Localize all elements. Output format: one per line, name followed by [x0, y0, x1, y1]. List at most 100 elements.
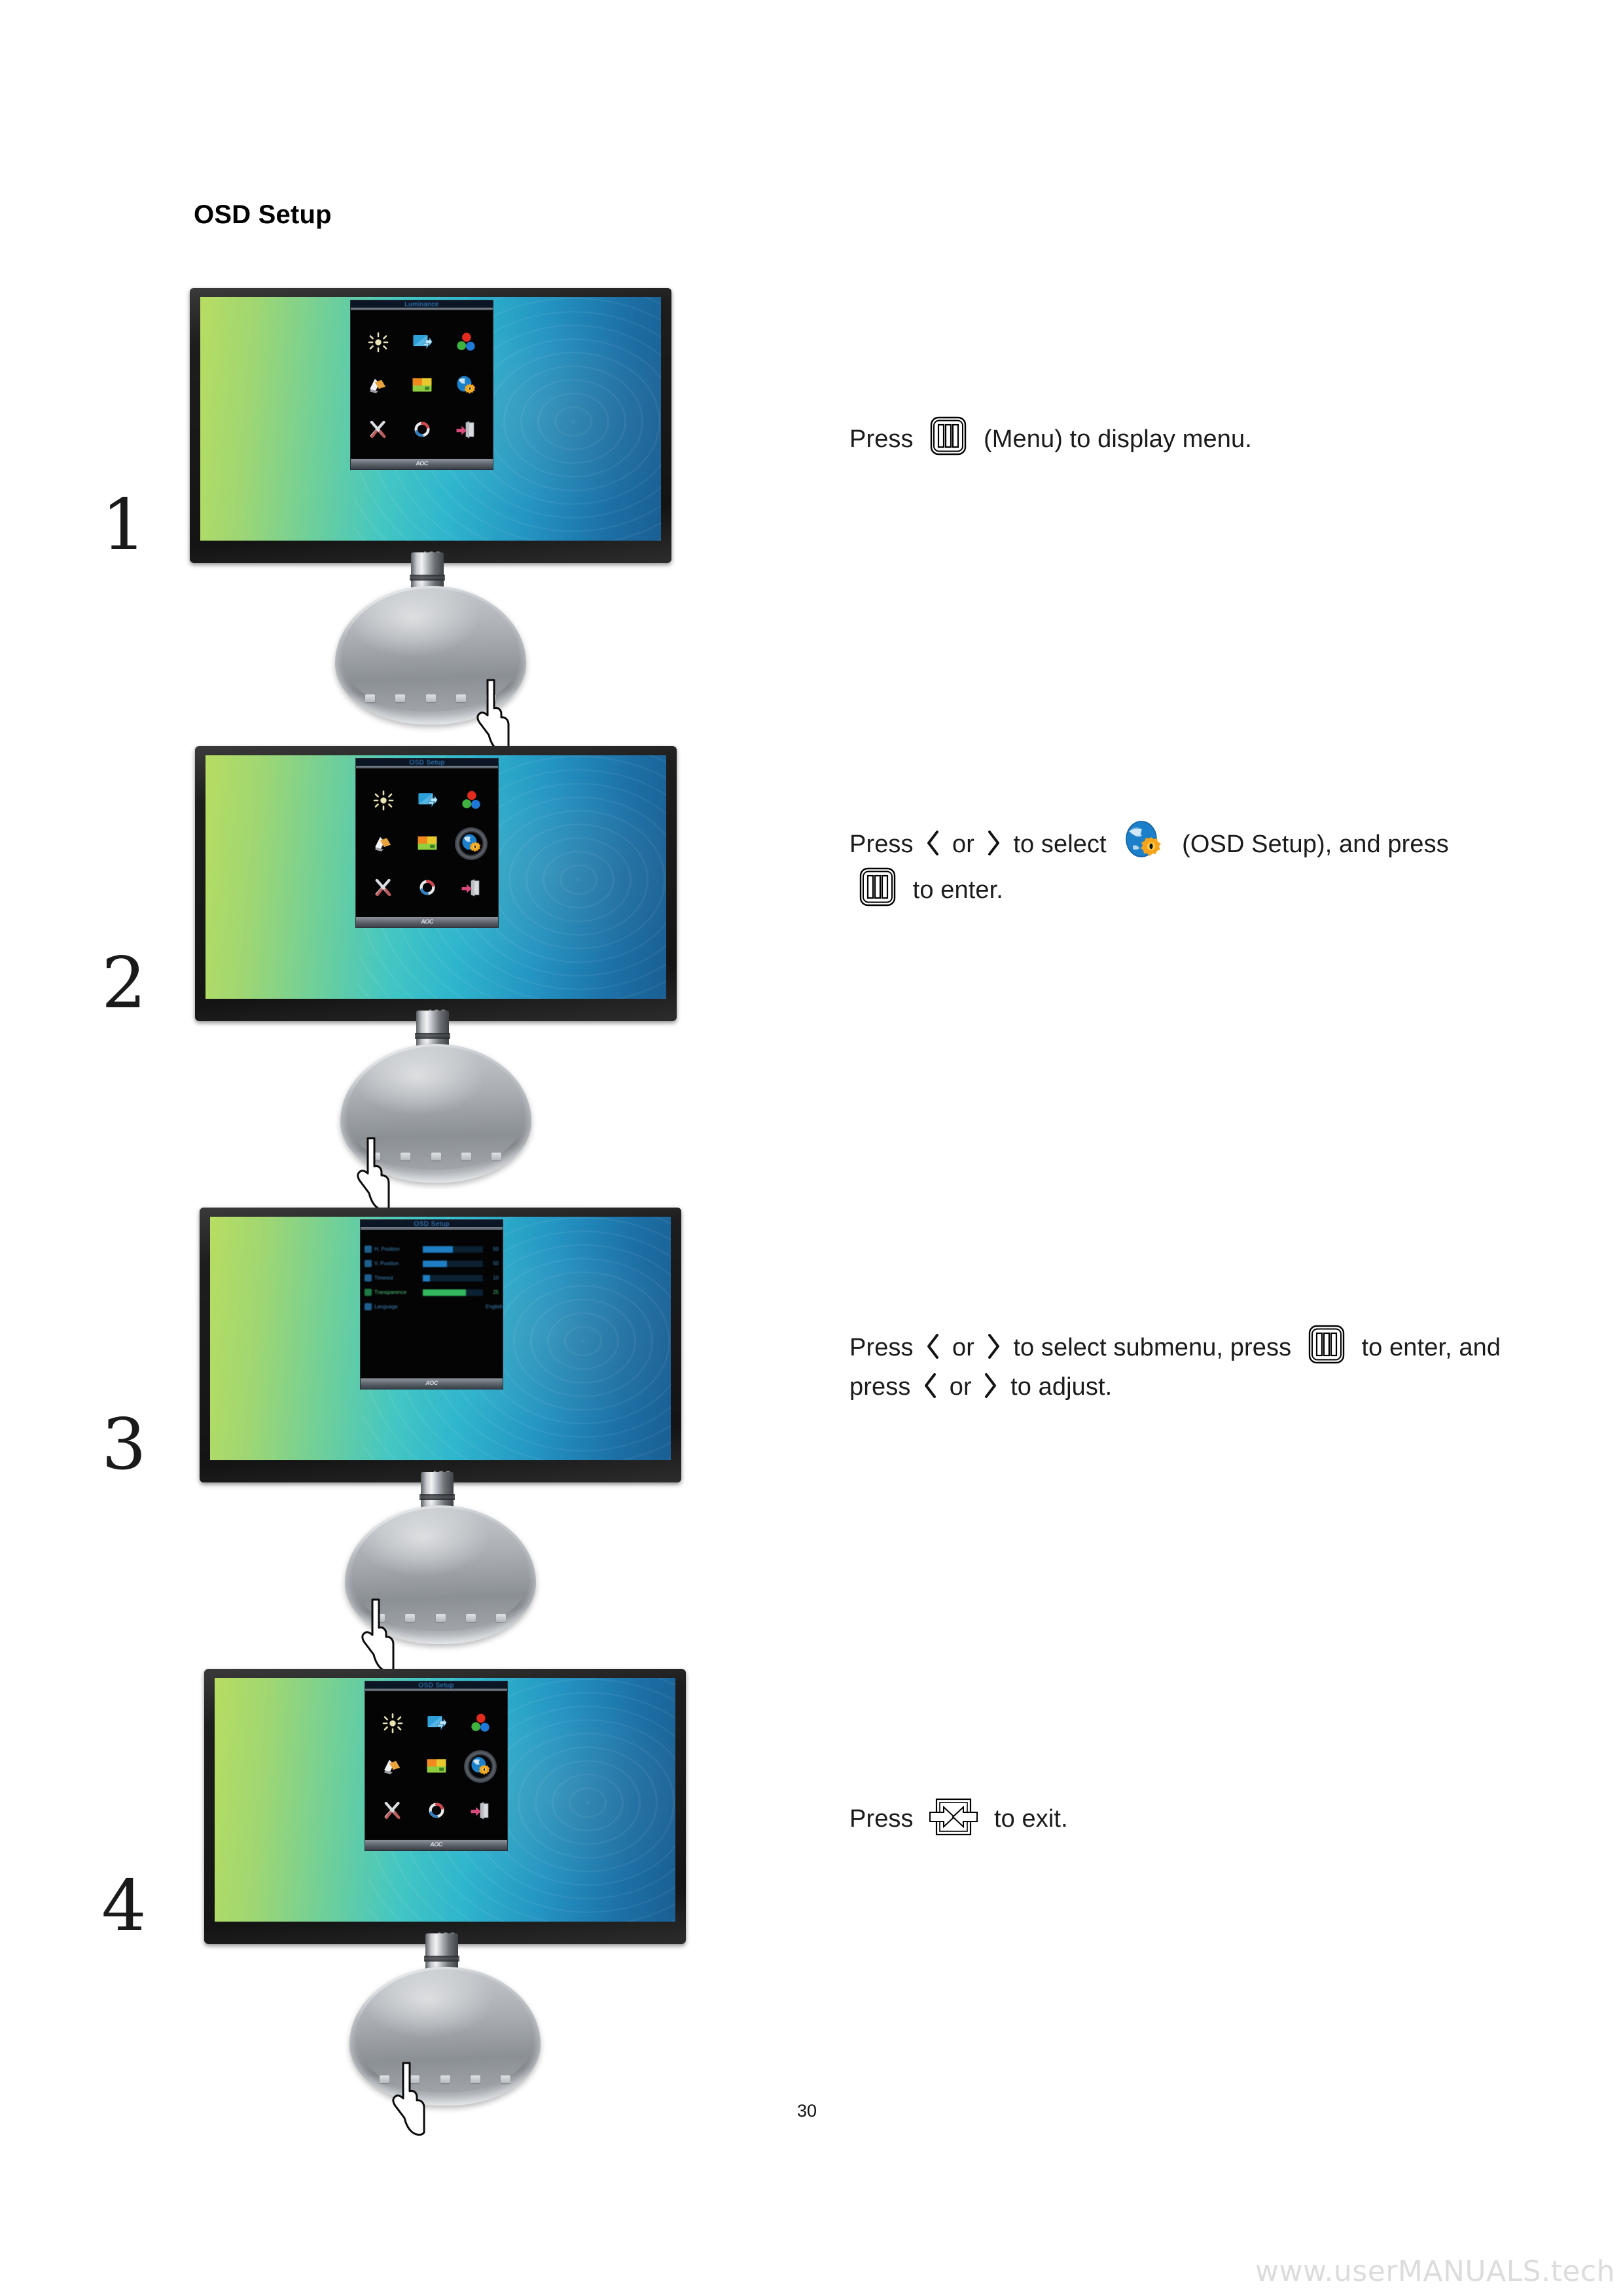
monitor-button-4[interactable] — [465, 1614, 476, 1622]
osd-item-color-setup[interactable] — [448, 324, 484, 361]
osd-item-extra[interactable] — [374, 1792, 411, 1829]
osd-item-exit[interactable] — [462, 1792, 499, 1829]
osd-titlebar: Luminance — [351, 300, 493, 310]
site-watermark: www.userMANUALS.tech — [1255, 2255, 1615, 2288]
monitor-base-inner — [356, 1969, 534, 2092]
osd-main-menu: OSD Setup AOC — [365, 1681, 508, 1851]
osd-item-osd-setup[interactable] — [462, 1748, 499, 1785]
osd-titlebar: OSD Setup — [365, 1681, 507, 1691]
submenu-row[interactable]: Language English — [365, 1302, 503, 1312]
row-value: 50 — [493, 1261, 499, 1266]
step-4-instruction: Press to exit. — [849, 1797, 1510, 1839]
osd-item-picture-boost[interactable] — [365, 825, 402, 862]
osd-item-pip[interactable] — [418, 1748, 455, 1785]
osd-body — [356, 768, 498, 917]
instruction-text-part: to exit. — [993, 1805, 1068, 1833]
osd-item-luminance[interactable] — [374, 1705, 411, 1742]
monitor-button-5[interactable] — [491, 1153, 501, 1160]
row-slider[interactable] — [423, 1289, 483, 1296]
step-number: 2 — [101, 942, 147, 1024]
osd-footer: AOC — [361, 1378, 503, 1389]
menu-key-icon — [929, 416, 967, 456]
step-2-instruction: Press or to select (OSD Setup), and pres… — [849, 818, 1510, 910]
monitor-bezel: OSD Setup AOC — [204, 1669, 686, 1944]
osd-item-extra[interactable] — [360, 411, 397, 448]
monitor-screen: OSD Setup AOC — [205, 755, 666, 999]
osd-item-image-setup[interactable] — [409, 782, 446, 819]
step-number: 4 — [101, 1865, 147, 1947]
chevron-left-icon — [921, 1371, 938, 1397]
instruction-text-part: to enter. — [912, 876, 1003, 904]
osd-item-pip[interactable] — [404, 367, 440, 404]
monitor-button-2[interactable] — [405, 1614, 416, 1622]
row-label: Language — [374, 1304, 398, 1310]
monitor-button-4[interactable] — [461, 1153, 471, 1160]
osd-setup-globe-gear-icon — [1120, 818, 1168, 867]
row-slider[interactable] — [423, 1260, 483, 1267]
submenu-row[interactable]: V. Position 50 — [365, 1259, 499, 1268]
submenu-row[interactable]: Transparence 25 — [365, 1287, 499, 1297]
osd-item-color-setup[interactable] — [462, 1705, 499, 1742]
osd-body — [365, 1691, 507, 1840]
row-slider[interactable] — [423, 1304, 483, 1310]
monitor-button-3[interactable] — [425, 694, 436, 702]
monitor-button-4[interactable] — [470, 2075, 480, 2083]
instruction-text-part: Press — [849, 1334, 914, 1361]
monitor-illustration-2: OSD Setup AOC — [195, 746, 679, 1191]
instruction-text-part: Press — [849, 1805, 914, 1833]
monitor-button-3[interactable] — [431, 1153, 441, 1160]
row-label: V. Position — [374, 1261, 399, 1266]
osd-item-pip[interactable] — [409, 825, 446, 862]
pointing-hand-cursor — [355, 1598, 400, 1676]
monitor-bezel: OSD Setup AOC — [195, 746, 677, 1021]
osd-item-exit[interactable] — [448, 411, 484, 448]
submenu-row[interactable]: H. Position 50 — [365, 1244, 499, 1254]
row-label: Timeout — [374, 1275, 393, 1281]
instruction-text-part: Press — [849, 831, 914, 858]
pointing-hand-cursor — [386, 2062, 431, 2139]
osd-item-reset[interactable] — [418, 1792, 455, 1829]
instruction-text-part: to select — [1013, 831, 1107, 858]
monitor-button-5[interactable] — [501, 2075, 510, 2083]
osd-footer-logo: AOC — [416, 460, 428, 467]
osd-item-picture-boost[interactable] — [360, 367, 397, 404]
osd-item-reset[interactable] — [404, 411, 440, 448]
osd-item-extra[interactable] — [365, 869, 402, 906]
monitor-button-2[interactable] — [395, 694, 406, 702]
osd-item-color-setup[interactable] — [453, 782, 490, 819]
osd-icon-grid — [356, 321, 488, 451]
osd-item-osd-setup[interactable] — [453, 825, 490, 862]
monitor-button-3[interactable] — [435, 1614, 446, 1622]
row-slider[interactable] — [423, 1246, 483, 1253]
instruction-text-part: to adjust. — [1010, 1373, 1113, 1401]
chevron-right-icon — [986, 829, 1003, 855]
row-slider[interactable] — [423, 1274, 483, 1282]
submenu-row[interactable]: Timeout 10 — [365, 1273, 499, 1283]
row-icon — [365, 1260, 372, 1267]
osd-item-luminance[interactable] — [365, 782, 402, 819]
osd-item-image-setup[interactable] — [418, 1705, 455, 1742]
instruction-text-part: (Menu) to display menu. — [983, 425, 1252, 453]
monitor-screen: OSD Setup H. Position 50 V. Position 50 … — [210, 1217, 671, 1460]
instruction-text-part: Press — [849, 425, 914, 453]
osd-item-exit[interactable] — [453, 869, 490, 906]
instruction-text-part: or — [952, 831, 974, 858]
osd-submenu-rows: H. Position 50 V. Position 50 Timeout 10… — [365, 1235, 503, 1374]
osd-footer-logo: AOC — [425, 1380, 438, 1386]
monitor-button-4[interactable] — [455, 694, 466, 702]
monitor-button-1[interactable] — [365, 694, 375, 702]
monitor-button-5[interactable] — [496, 1614, 506, 1622]
row-value: 10 — [493, 1275, 499, 1281]
osd-item-osd-setup[interactable] — [448, 367, 484, 404]
monitor-button-3[interactable] — [440, 2075, 450, 2083]
page-title: OSD Setup — [194, 200, 332, 229]
monitor-button-2[interactable] — [401, 1153, 411, 1160]
instruction-text-part: to select submenu, press — [1013, 1334, 1292, 1361]
osd-item-picture-boost[interactable] — [374, 1748, 411, 1785]
instruction-text-part: (OSD Setup), and press — [1182, 831, 1449, 858]
osd-item-reset[interactable] — [409, 869, 446, 906]
osd-item-luminance[interactable] — [360, 324, 397, 361]
step-number: 3 — [101, 1404, 147, 1486]
exit-key-icon — [928, 1797, 979, 1837]
osd-item-image-setup[interactable] — [404, 324, 440, 361]
